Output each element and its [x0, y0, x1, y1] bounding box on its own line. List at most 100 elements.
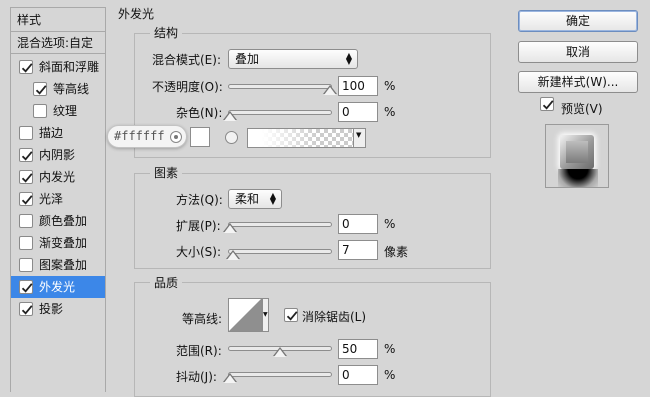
style-item[interactable]: 斜面和浮雕 [11, 56, 105, 78]
antialias-checkbox[interactable] [284, 308, 298, 322]
style-item[interactable]: 光泽 [11, 188, 105, 210]
jitter-unit: % [384, 368, 396, 382]
noise-slider[interactable] [228, 110, 332, 115]
style-checkbox[interactable] [33, 104, 47, 118]
range-slider-thumb-fill [274, 348, 286, 357]
color-swatch[interactable] [190, 127, 210, 147]
spread-slider[interactable] [228, 222, 332, 227]
style-item-label: 渐变叠加 [39, 236, 88, 250]
style-item[interactable]: 内发光 [11, 166, 105, 188]
style-item[interactable]: 渐变叠加 [11, 232, 105, 254]
style-checkbox[interactable] [19, 236, 33, 250]
elements-title: 图素 [150, 164, 183, 181]
size-unit: 像素 [384, 245, 409, 259]
panel-title: 外发光 [118, 7, 155, 21]
spread-unit: % [384, 217, 396, 231]
style-item-label: 内发光 [39, 170, 76, 184]
style-checkbox[interactable] [19, 302, 33, 316]
style-checkbox[interactable] [19, 280, 33, 294]
style-item[interactable]: 图案叠加 [11, 254, 105, 276]
jitter-input[interactable]: 0 [338, 365, 378, 385]
gradient-picker[interactable]: ▼ [247, 128, 366, 148]
style-checkbox[interactable] [33, 82, 47, 96]
preview-label: 预览(V) [561, 102, 603, 116]
jitter-slider[interactable] [228, 372, 332, 377]
style-checkbox[interactable] [19, 148, 33, 162]
chevron-down-icon: ▼ [263, 311, 268, 318]
style-item-label: 光泽 [39, 192, 64, 206]
style-item[interactable]: 外发光 [11, 276, 105, 298]
jitter-label: 抖动(J): [176, 370, 217, 384]
color-radio[interactable] [170, 131, 182, 143]
method-label: 方法(Q): [176, 193, 223, 207]
method-value: 柔和 [235, 192, 260, 206]
chevron-down-icon: ▼ [356, 131, 362, 139]
cancel-button[interactable]: 取消 [518, 41, 638, 63]
styles-panel: 样式 混合选项:自定 斜面和浮雕等高线纹理描边内阴影内发光光泽颜色叠加渐变叠加图… [10, 7, 106, 392]
noise-unit: % [384, 105, 396, 119]
opacity-input[interactable]: 100 [338, 76, 378, 96]
contour-label: 等高线: [182, 312, 223, 326]
style-checkbox[interactable] [19, 126, 33, 140]
style-checkbox[interactable] [19, 258, 33, 272]
hex-color-text: #ffffff [114, 129, 165, 143]
spread-input[interactable]: 0 [338, 214, 378, 234]
opacity-label: 不透明度(O): [152, 80, 223, 94]
style-item-label: 纹理 [53, 104, 78, 118]
quality-title: 品质 [150, 274, 183, 291]
blend-mode-select[interactable]: 叠加 ▲ ▼ [228, 49, 358, 69]
size-slider-thumb-fill [227, 251, 239, 260]
style-preview-thumbnail [545, 124, 609, 188]
style-item-label: 外发光 [39, 280, 76, 294]
styles-header: 样式 [11, 8, 105, 32]
opacity-unit: % [384, 79, 396, 93]
style-item-label: 斜面和浮雕 [39, 60, 100, 74]
updown-arrow-icon: ▲ ▼ [345, 51, 352, 66]
range-unit: % [384, 342, 396, 356]
blend-options-item[interactable]: 混合选项:自定 [11, 32, 105, 54]
opacity-slider-thumb-fill [324, 86, 336, 95]
range-label: 范围(R): [176, 344, 222, 358]
jitter-slider-thumb-fill [224, 374, 236, 383]
spread-label: 扩展(P): [176, 219, 221, 233]
opacity-slider[interactable] [228, 84, 332, 89]
updown-arrow-icon: ▲ ▼ [269, 191, 276, 206]
noise-input[interactable]: 0 [338, 102, 378, 122]
blend-mode-label: 混合模式(E): [152, 53, 221, 67]
antialias-label: 消除锯齿(L) [302, 310, 367, 324]
gradient-dropdown-arrow[interactable]: ▼ [353, 129, 365, 147]
blend-mode-value: 叠加 [235, 52, 260, 66]
noise-slider-thumb-fill [224, 112, 236, 121]
style-item-label: 内阴影 [39, 148, 76, 162]
structure-title: 结构 [150, 24, 183, 41]
noise-label: 杂色(N): [176, 106, 223, 120]
style-item[interactable]: 投影 [11, 298, 105, 320]
size-slider[interactable] [228, 249, 332, 254]
style-item[interactable]: 内阴影 [11, 144, 105, 166]
new-style-button[interactable]: 新建样式(W)... [518, 71, 638, 93]
size-input[interactable]: 7 [338, 240, 378, 260]
preview-checkbox[interactable] [540, 97, 554, 111]
spread-slider-thumb-fill [224, 224, 236, 233]
style-checkbox[interactable] [19, 170, 33, 184]
size-label: 大小(S): [176, 245, 222, 259]
style-item[interactable]: 等高线 [11, 78, 105, 100]
style-checkbox[interactable] [19, 214, 33, 228]
contour-dropdown[interactable]: ▼ [262, 298, 269, 332]
style-item[interactable]: 描边 [11, 122, 105, 144]
style-item[interactable]: 纹理 [11, 100, 105, 122]
style-checkbox[interactable] [19, 60, 33, 74]
contour-curve-icon [229, 299, 261, 331]
style-item[interactable]: 颜色叠加 [11, 210, 105, 232]
style-item-label: 投影 [39, 302, 64, 316]
style-item-label: 颜色叠加 [39, 214, 88, 228]
contour-picker[interactable] [228, 298, 262, 332]
method-select[interactable]: 柔和 ▲ ▼ [228, 189, 282, 209]
style-checkbox[interactable] [19, 192, 33, 206]
style-item-label: 图案叠加 [39, 258, 88, 272]
gradient-radio[interactable] [225, 131, 238, 144]
range-input[interactable]: 50 [338, 339, 378, 359]
style-item-label: 等高线 [53, 82, 90, 96]
color-hex-tooltip: #ffffff [107, 125, 187, 148]
ok-button[interactable]: 确定 [518, 10, 638, 32]
